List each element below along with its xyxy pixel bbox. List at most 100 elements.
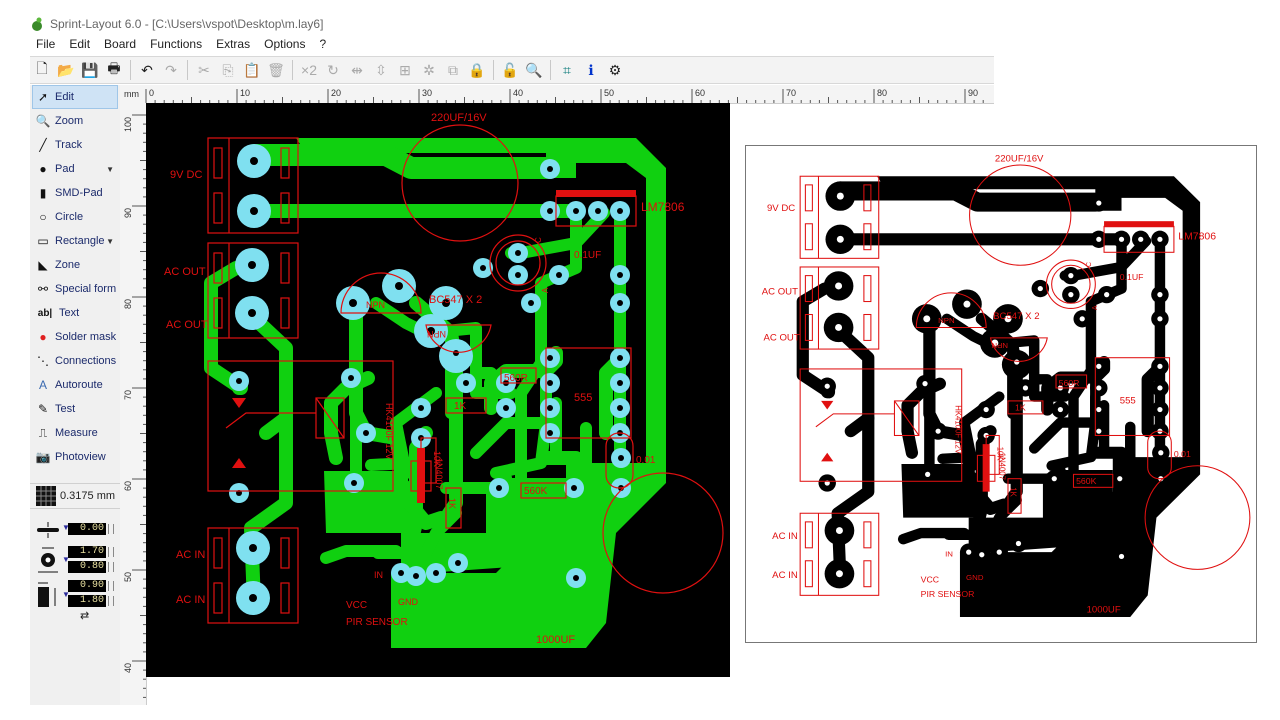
label-led-c: C [534,237,543,243]
smd-height-row: 1.80 [30,595,120,609]
duplicate-x2-button[interactable]: ×2 [298,59,320,81]
track-width-field[interactable]: 0.00 [68,523,106,535]
pad-hole [966,549,972,555]
info-button[interactable]: ℹ [580,59,602,81]
tool-track[interactable]: ╱ Track [30,133,120,157]
menu-board[interactable]: Board [104,37,136,53]
pad-inner-field[interactable]: 0.80 [68,561,106,573]
label-9v-dc: 9V DC [767,203,795,214]
undo-button[interactable]: ↶ [136,59,158,81]
autoroute-icon: A [38,378,47,392]
pad-hole [1051,476,1057,482]
menu-functions[interactable]: Functions [150,37,202,53]
tool-pad[interactable]: ● Pad ▼ [30,157,120,181]
pad-hole [1037,285,1043,292]
align-button[interactable]: ⊞ [394,59,416,81]
track-width-spinner[interactable] [108,524,114,534]
pad-hole [573,208,579,214]
tool-label: Autoroute [55,379,103,391]
rotate-button[interactable]: ↻ [322,59,344,81]
chevron-down-icon[interactable]: ▼ [106,165,114,174]
tool-sidebar: ➚ Edit 🔍 Zoom ╱ Track ● Pad ▼ ▮ SMD-Pad ○ Circle ▭ Rec… [30,85,121,705]
unlock-button[interactable]: 🔓 [499,59,521,81]
label-npn-2: NPN [427,329,446,339]
rotate-icon: ↻ [327,61,339,78]
menu-options[interactable]: Options [264,37,305,53]
pad-outer-spinner[interactable] [108,547,114,557]
crop-board-button[interactable]: ⌗ [556,59,578,81]
pad-hole [455,560,461,566]
tool-smd-pad[interactable]: ▮ SMD-Pad [30,181,120,205]
copy-button[interactable]: ⎘ [217,59,239,81]
zone-icon: ◣ [38,258,48,272]
undo-icon: ↶ [141,61,153,78]
label-led-a: A [1092,305,1099,310]
menu-extras[interactable]: Extras [216,37,250,53]
tool-special-form[interactable]: ⚯ Special form [30,277,120,301]
tool-text[interactable]: ab| Text [30,301,120,325]
open-file-button[interactable]: 📂 [55,59,77,81]
ruler-label: 40 [123,663,133,673]
pad-hole [398,570,404,576]
pad-hole [249,544,257,552]
print-button[interactable]: 🖶 [103,59,125,81]
cut-button[interactable]: ✂ [193,59,215,81]
tool-test[interactable]: ✎ Test [30,397,120,421]
tool-autoroute[interactable]: A Autoroute [30,373,120,397]
label-1000uf: 1000UF [536,634,575,646]
swap-dimensions-icon[interactable]: ⇄ [80,609,89,622]
regulator-tab [556,190,636,197]
pad-hole [248,261,256,269]
menu-help[interactable]: ? [319,37,326,53]
pad-hole [923,315,931,323]
tool-rectangle[interactable]: ▭ Rectangle ▼ [30,229,120,253]
tool-solder-mask[interactable]: ● Solder mask [30,325,120,349]
menu-edit[interactable]: Edit [69,37,90,53]
snap-button[interactable]: ✲ [418,59,440,81]
mirror-horizontal-button[interactable]: ⇹ [346,59,368,81]
ruler-label: 50 [123,572,133,582]
tool-zone[interactable]: ◣ Zone [30,253,120,277]
mirror-vertical-button[interactable]: ⇳ [370,59,392,81]
smd-width-field[interactable]: 0.90 [68,580,106,592]
pad-hole [463,380,469,386]
pad-hole [1157,292,1163,298]
zoom-view-button[interactable]: 🔍 [523,59,545,81]
pad-outer-field[interactable]: 1.70 [68,546,106,558]
paste-button[interactable]: 📋 [241,59,263,81]
grid-setting[interactable]: 0.3175 mm [30,483,120,509]
pad-hole [1157,316,1163,322]
app-logo-icon [32,17,42,31]
new-file-button[interactable]: 🗋 [31,59,53,81]
label-bc547: BC547 X 2 [993,311,1039,322]
tool-circle[interactable]: ○ Circle [30,205,120,229]
tool-zoom[interactable]: 🔍 Zoom [30,109,120,133]
smd-height-spinner[interactable] [108,596,114,606]
pcb-canvas[interactable]: 220UF/16V 9V DC AC OUT AC OUT AC IN AC IN LM78… [146,103,730,677]
ruler-label: 70 [786,88,796,98]
redo-button[interactable]: ↷ [160,59,182,81]
tool-edit[interactable]: ➚ Edit [32,85,118,109]
save-file-button[interactable]: 💾 [79,59,101,81]
smd-width-spinner[interactable] [108,581,114,591]
tool-photoview[interactable]: 📷 Photoview [30,445,120,469]
toolbar-separator [493,60,494,80]
pad-inner-spinner[interactable] [108,562,114,572]
chevron-down-icon[interactable]: ▼ [106,237,114,246]
tool-connections[interactable]: ⋱ Connections [30,349,120,373]
smd-height-field[interactable]: 1.80 [68,595,106,607]
menu-file[interactable]: File [36,37,55,53]
label-led-a: A [541,287,550,293]
circle-icon: ○ [39,210,47,224]
settings-button[interactable]: ⚙ [604,59,626,81]
pad-hole [935,428,941,434]
lock-button[interactable]: 🔒 [466,59,488,81]
group-button[interactable]: ⧉ [442,59,464,81]
connections-icon: ⋱ [37,354,49,368]
label-ac-out-2: AC OUT [166,319,208,331]
tool-measure[interactable]: ⎍ Measure [30,421,120,445]
pad-hole [528,300,534,306]
delete-button[interactable]: 🗑 [265,59,287,81]
mirror-vertical-icon: ⇳ [375,61,387,78]
pad-hole [617,355,623,361]
